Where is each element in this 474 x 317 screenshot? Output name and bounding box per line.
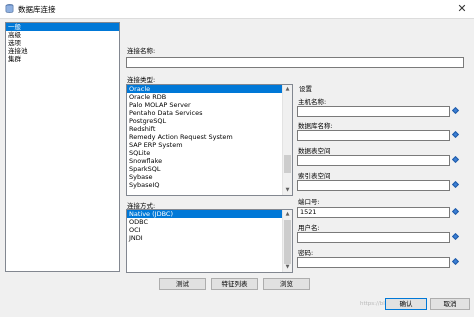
variable-icon[interactable] — [451, 257, 460, 266]
data-tablespace-label: 数据表空间 — [298, 147, 331, 155]
list-item[interactable]: SparkSQL — [127, 165, 292, 173]
list-item[interactable]: Oracle RDB — [127, 93, 292, 101]
password-input[interactable] — [297, 257, 450, 268]
connection-name-label: 连接名称: — [127, 47, 156, 55]
variable-icon[interactable] — [451, 207, 460, 216]
hostname-label: 主机名称: — [298, 98, 327, 106]
port-label: 端口号: — [298, 198, 320, 206]
list-item[interactable]: SAP ERP System — [127, 141, 292, 149]
scroll-up-icon[interactable]: ▲ — [283, 210, 292, 219]
scroll-down-icon[interactable]: ▼ — [283, 186, 292, 195]
list-item[interactable]: ODBC — [127, 218, 292, 226]
list-item[interactable]: Oracle — [127, 85, 292, 93]
list-item[interactable]: Pentaho Data Services — [127, 109, 292, 117]
feature-list-button[interactable]: 特征列表 — [211, 278, 258, 290]
category-list: 一般 高级 选项 连接池 集群 — [5, 22, 120, 272]
username-label: 用户名: — [298, 224, 320, 232]
database-icon — [5, 4, 14, 13]
list-item[interactable]: Snowflake — [127, 157, 292, 165]
list-item[interactable]: JNDI — [127, 234, 292, 242]
nav-item-advanced[interactable]: 高级 — [6, 31, 119, 39]
cancel-button[interactable]: 取消 — [430, 298, 470, 310]
index-tablespace-label: 索引表空间 — [298, 172, 331, 180]
connection-type-scrollbar[interactable]: ▲ ▼ — [282, 85, 292, 195]
access-method-scrollbar[interactable]: ▲ ▼ — [282, 210, 292, 272]
explore-button[interactable]: 浏览 — [263, 278, 310, 290]
variable-icon[interactable] — [451, 232, 460, 241]
settings-header: 设置 — [299, 85, 312, 93]
hostname-input[interactable] — [297, 106, 450, 117]
title-bar: 数据库连接 ✕ — [0, 0, 474, 19]
connection-type-label: 连接类型: — [127, 76, 156, 84]
database-name-label: 数据库名称: — [298, 122, 333, 130]
database-name-input[interactable] — [297, 130, 450, 141]
list-item[interactable]: Redshift — [127, 125, 292, 133]
list-item[interactable]: Sybase — [127, 173, 292, 181]
connection-type-list[interactable]: Oracle Oracle RDB Palo MOLAP Server Pent… — [126, 84, 293, 196]
username-input[interactable] — [297, 232, 450, 243]
list-item[interactable]: PostgreSQL — [127, 117, 292, 125]
variable-icon[interactable] — [451, 180, 460, 189]
index-tablespace-input[interactable] — [297, 180, 450, 191]
list-item[interactable]: SybaseIQ — [127, 181, 292, 189]
nav-item-general[interactable]: 一般 — [6, 23, 119, 31]
close-icon[interactable]: ✕ — [454, 1, 470, 16]
access-method-list[interactable]: Native (JDBC) ODBC OCI JNDI ▲ ▼ — [126, 209, 293, 273]
window-title: 数据库连接 — [18, 5, 56, 14]
list-item[interactable]: Remedy Action Request System — [127, 133, 292, 141]
scroll-down-icon[interactable]: ▼ — [283, 263, 292, 272]
scroll-up-icon[interactable]: ▲ — [283, 85, 292, 94]
nav-item-options[interactable]: 选项 — [6, 39, 119, 47]
nav-item-pooling[interactable]: 连接池 — [6, 47, 119, 55]
variable-icon[interactable] — [451, 130, 460, 139]
password-label: 密码: — [298, 249, 314, 257]
list-item[interactable]: Palo MOLAP Server — [127, 101, 292, 109]
data-tablespace-input[interactable] — [297, 155, 450, 166]
nav-item-cluster[interactable]: 集群 — [6, 55, 119, 63]
port-input[interactable]: 1521 — [297, 207, 450, 218]
scroll-thumb[interactable] — [284, 220, 291, 264]
variable-icon[interactable] — [451, 106, 460, 115]
connection-name-input[interactable] — [126, 57, 464, 68]
ok-button[interactable]: 确认 — [385, 298, 427, 310]
list-item[interactable]: SQLite — [127, 149, 292, 157]
variable-icon[interactable] — [451, 155, 460, 164]
test-button[interactable]: 测试 — [159, 278, 206, 290]
list-item[interactable]: OCI — [127, 226, 292, 234]
scroll-thumb[interactable] — [284, 155, 291, 173]
list-item[interactable]: Native (JDBC) — [127, 210, 292, 218]
